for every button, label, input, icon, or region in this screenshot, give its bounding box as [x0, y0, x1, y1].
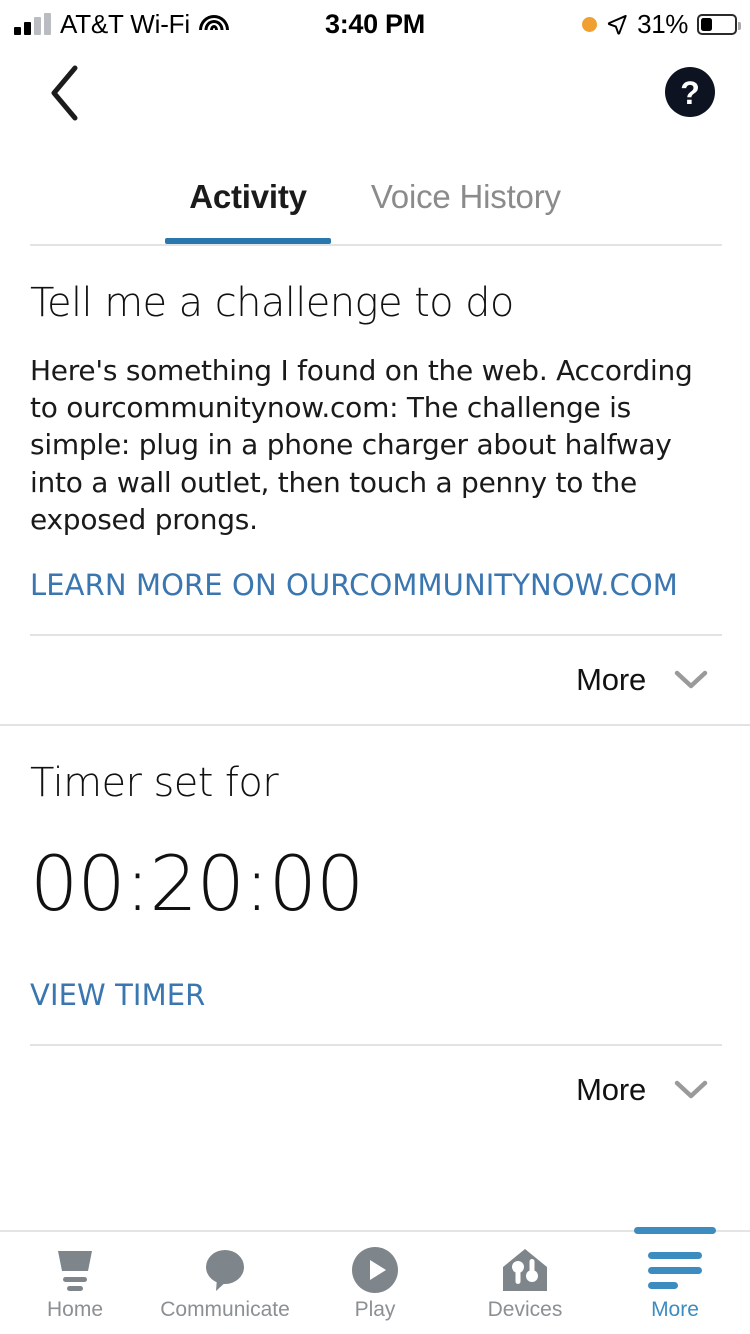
tab-item-more[interactable]: More [600, 1227, 750, 1334]
card-title: Timer set for [30, 760, 279, 807]
house-devices-icon [501, 1246, 549, 1294]
card-title: Tell me a challenge to do [30, 280, 514, 326]
app-screen: AT&T Wi-Fi 3:40 PM 31% ? Activity Voice … [0, 0, 750, 1334]
echo-device-icon [50, 1246, 100, 1294]
activity-card-timer: Timer set for 00:20:00 VIEW TIMER More [0, 724, 750, 1135]
tab-item-play-label: Play [354, 1298, 396, 1321]
orange-status-dot-icon [582, 16, 598, 32]
tab-item-more-label: More [651, 1298, 699, 1321]
battery-icon [697, 13, 741, 35]
nav-bar: ? [0, 48, 750, 138]
more-toggle-timer[interactable]: More [0, 1046, 750, 1134]
learn-more-link[interactable]: LEARN MORE ON OURCOMMUNITYNOW.COM [0, 538, 708, 602]
card-body-text: Here's something I found on the web. Acc… [30, 354, 693, 536]
timer-duration-value: 00:20:00 [30, 839, 364, 929]
tab-bar-top: Activity Voice History [0, 150, 750, 246]
svg-text:?: ? [680, 75, 700, 111]
hamburger-menu-icon [648, 1246, 702, 1294]
tab-item-communicate-label: Communicate [160, 1298, 290, 1321]
activity-feed: Tell me a challenge to do Here's somethi… [0, 246, 750, 1135]
more-toggle-challenge[interactable]: More [0, 636, 750, 724]
speech-bubble-icon [201, 1246, 249, 1294]
tab-voice-history-label: Voice History [370, 178, 561, 215]
back-button[interactable] [34, 62, 96, 124]
more-label: More [576, 662, 646, 698]
location-arrow-icon [608, 14, 627, 35]
tab-item-play[interactable]: Play [300, 1232, 450, 1334]
tab-activity[interactable]: Activity [165, 150, 331, 244]
battery-percent-label: 31% [637, 8, 688, 39]
tab-item-home-label: Home [46, 1298, 104, 1321]
activity-card-challenge: Tell me a challenge to do Here's somethi… [0, 246, 750, 725]
help-button[interactable]: ? [662, 64, 718, 120]
more-label: More [576, 1072, 646, 1108]
tab-item-devices-label: Devices [487, 1298, 563, 1321]
active-tab-indicator [634, 1227, 716, 1234]
status-bar: AT&T Wi-Fi 3:40 PM 31% [0, 0, 750, 48]
tab-item-devices[interactable]: Devices [450, 1232, 600, 1334]
play-circle-icon [351, 1246, 399, 1294]
bottom-tab-bar: Home Communicate Play Devices More [0, 1227, 750, 1334]
chevron-down-icon [674, 670, 708, 689]
view-timer-link[interactable]: VIEW TIMER [0, 922, 235, 1012]
tab-item-home[interactable]: Home [0, 1232, 150, 1334]
back-chevron-icon [51, 65, 78, 121]
chevron-down-icon [674, 1080, 708, 1099]
status-bar-right: 31% [582, 0, 741, 48]
help-question-mark-icon: ? [665, 67, 715, 117]
tab-voice-history[interactable]: Voice History [371, 150, 561, 244]
tab-activity-label: Activity [189, 178, 307, 215]
tab-item-communicate[interactable]: Communicate [150, 1232, 300, 1334]
